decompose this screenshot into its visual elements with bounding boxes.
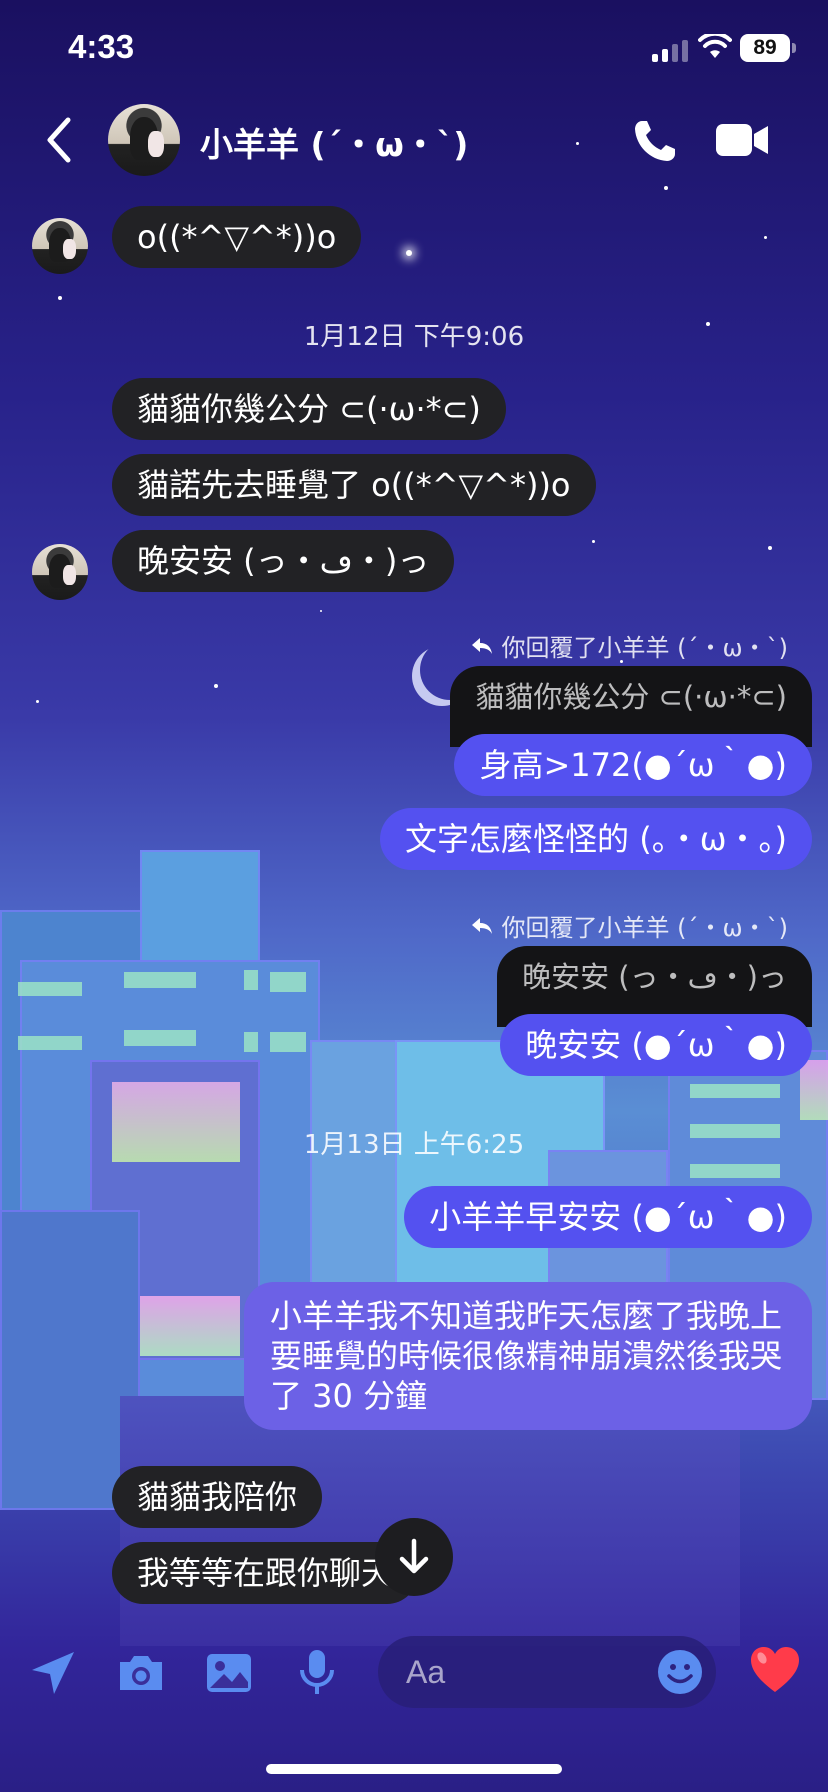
emoji-icon[interactable] bbox=[656, 1648, 704, 1696]
outgoing-message[interactable]: 身高>172(●´ω｀●) bbox=[454, 734, 812, 796]
outgoing-message[interactable]: 晚安安 (●´ω｀●) bbox=[500, 1014, 812, 1076]
reply-arrow-icon bbox=[471, 917, 492, 934]
chat-header: 小羊羊 (´・ω・`) bbox=[0, 100, 828, 180]
message-input-field[interactable] bbox=[378, 1636, 716, 1708]
incoming-message[interactable]: 貓貓你幾公分 ⊂(·ω·*⊂) bbox=[112, 378, 506, 440]
contact-name[interactable]: 小羊羊 (´・ω・`) bbox=[200, 118, 468, 166]
scroll-to-bottom-button[interactable] bbox=[375, 1518, 453, 1596]
incoming-message[interactable]: 貓諾先去睡覺了 o((*^▽^*))o bbox=[112, 454, 596, 516]
incoming-message[interactable]: o((*^▽^*))o bbox=[112, 206, 362, 268]
reply-indicator-label: 你回覆了小羊羊 (´・ω・`) bbox=[501, 914, 788, 942]
heart-icon[interactable] bbox=[748, 1644, 802, 1698]
reply-arrow-icon bbox=[471, 637, 492, 654]
video-camera-icon[interactable] bbox=[714, 120, 770, 160]
arrow-down-icon bbox=[399, 1538, 429, 1574]
reply-indicator-label: 你回覆了小羊羊 (´・ω・`) bbox=[501, 634, 788, 662]
chevron-left-icon[interactable] bbox=[40, 114, 80, 166]
timestamp: 1月12日 下午9:06 bbox=[303, 322, 525, 352]
message-composer bbox=[0, 1626, 828, 1716]
outgoing-message[interactable]: 文字怎麼怪怪的 (。・ω・。) bbox=[380, 808, 812, 870]
reply-indicator: 你回覆了小羊羊 (´・ω・`) bbox=[470, 908, 788, 943]
contact-avatar[interactable] bbox=[108, 104, 180, 176]
image-icon[interactable] bbox=[202, 1646, 256, 1700]
status-bar: 4:33 89 bbox=[0, 0, 828, 100]
battery-indicator: 89 bbox=[740, 34, 796, 62]
timestamp: 1月13日 上午6:25 bbox=[303, 1130, 525, 1160]
message-input[interactable] bbox=[406, 1650, 626, 1694]
location-arrow-icon[interactable] bbox=[26, 1646, 80, 1700]
camera-icon[interactable] bbox=[114, 1646, 168, 1700]
cellular-signal-icon bbox=[652, 40, 688, 62]
incoming-message[interactable]: 晚安安 (っ・ڡ・)っ bbox=[112, 530, 455, 592]
home-indicator[interactable] bbox=[266, 1764, 562, 1774]
outgoing-message[interactable]: 小羊羊我不知道我昨天怎麼了我晚上要睡覺的時候很像精神崩潰然後我哭了 30 分鐘 bbox=[244, 1282, 812, 1430]
microphone-icon[interactable] bbox=[290, 1646, 344, 1700]
status-time: 4:33 bbox=[68, 28, 135, 65]
outgoing-message[interactable]: 小羊羊早安安 (●´ω｀●) bbox=[404, 1186, 812, 1248]
incoming-message[interactable]: 貓貓我陪你 bbox=[112, 1466, 323, 1528]
reply-indicator: 你回覆了小羊羊 (´・ω・`) bbox=[470, 628, 788, 663]
wifi-icon bbox=[698, 34, 732, 58]
phone-icon[interactable] bbox=[632, 118, 678, 164]
sender-avatar[interactable] bbox=[32, 544, 88, 600]
incoming-message[interactable]: 我等等在跟你聊天 bbox=[112, 1542, 419, 1604]
sender-avatar[interactable] bbox=[32, 218, 88, 274]
